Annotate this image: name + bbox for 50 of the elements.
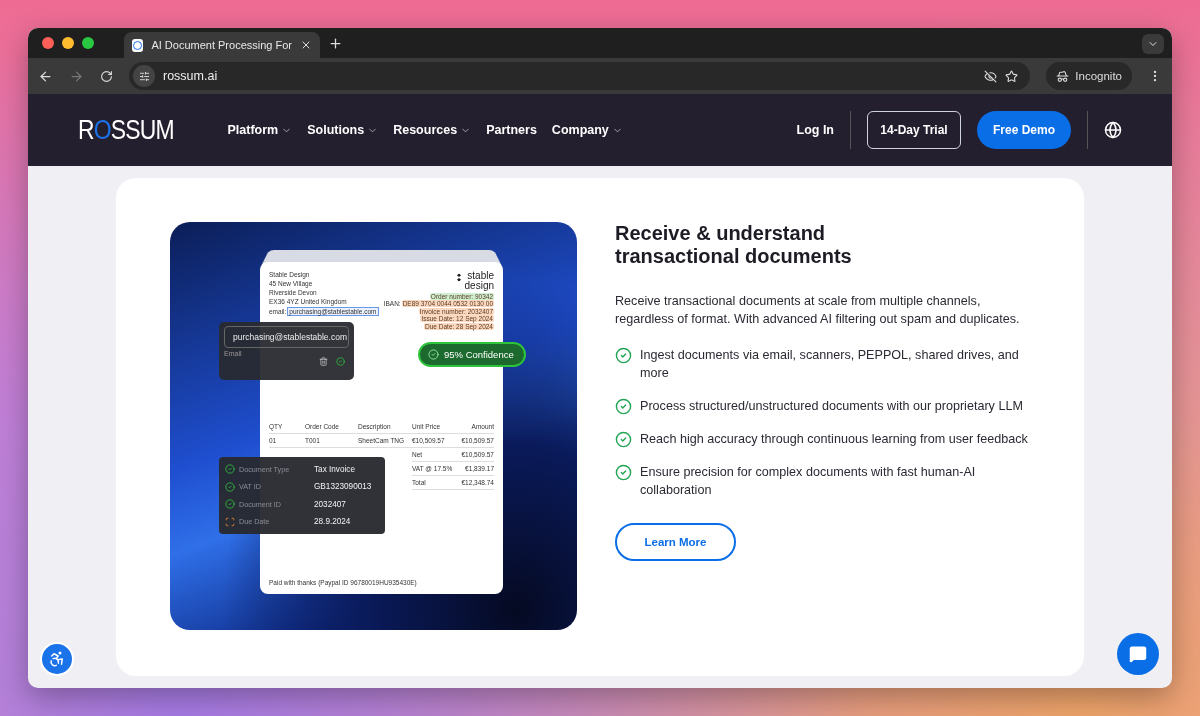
demo-button[interactable]: Free Demo [977,111,1071,149]
field-value: GB1323090013 [314,482,373,492]
confidence-badge: 95% Confidence [418,342,526,367]
learn-more-button[interactable]: Learn More [615,523,736,561]
nav-link[interactable]: Solutions [307,123,379,137]
trash-icon[interactable] [319,357,328,366]
nav-link[interactable]: Resources [393,123,472,137]
company-logo: stable design [464,271,494,291]
site-settings-icon[interactable] [133,65,155,87]
chat-icon [1129,645,1147,663]
section-heading: Receive & understand transactional documents [615,222,853,268]
close-icon[interactable] [300,39,312,51]
eye-off-icon[interactable] [984,69,998,83]
lead-paragraph: Receive transactional documents at scale from multiple channels, regardless of format. With advanced AI filtering out spam and duplicates. [615,293,1021,328]
field-value: 2032407 [314,499,347,509]
incognito-icon [1056,69,1070,83]
browser-tab[interactable]: AI Document Processing For [124,32,320,58]
check-icon [615,398,632,415]
nav-link[interactable]: Platform [227,123,293,137]
logo-dots-icon [456,273,461,282]
zoom-light-icon [82,37,94,49]
email-field: purchasing@stablestable.com [224,326,349,348]
trial-button[interactable]: 14-Day Trial [867,111,961,149]
accessibility-icon [48,650,66,668]
nav-link[interactable]: Company [551,123,623,137]
chat-button[interactable] [1117,633,1159,675]
field-value: 28.9.2024 [314,517,352,527]
minimize-light-icon [62,37,74,49]
globe-icon[interactable] [1104,121,1122,139]
nav-link[interactable]: Partners [486,123,537,137]
check-icon [615,347,632,364]
close-light-icon [42,37,54,49]
login-link[interactable]: Log In [796,123,834,137]
accessibility-button[interactable] [40,642,74,676]
star-icon[interactable] [1005,69,1019,83]
reload-icon[interactable] [100,69,113,83]
incognito-button[interactable]: Incognito [1046,62,1132,90]
field-value: Tax Invoice [314,464,356,474]
feature-text: Ensure precision for complex documents with fast human-AI collaboration [640,464,977,499]
logo: ROSSUM [78,114,174,146]
feature-text: Reach high accuracy through continuous learning from user feedback [640,431,1028,448]
feature-text: Ingest documents via email, scanners, PEPPOL, shared drives, and more [640,347,1020,382]
forward-icon[interactable] [69,68,84,84]
favicon-icon [132,38,144,52]
tab-menu-icon[interactable] [1142,34,1164,54]
feature-text: Process structured/unstructured documents with our proprietary LLM [640,398,1023,415]
back-icon[interactable] [38,68,53,84]
check-icon [615,431,632,448]
check-icon [615,464,632,481]
check-icon[interactable] [336,357,345,366]
